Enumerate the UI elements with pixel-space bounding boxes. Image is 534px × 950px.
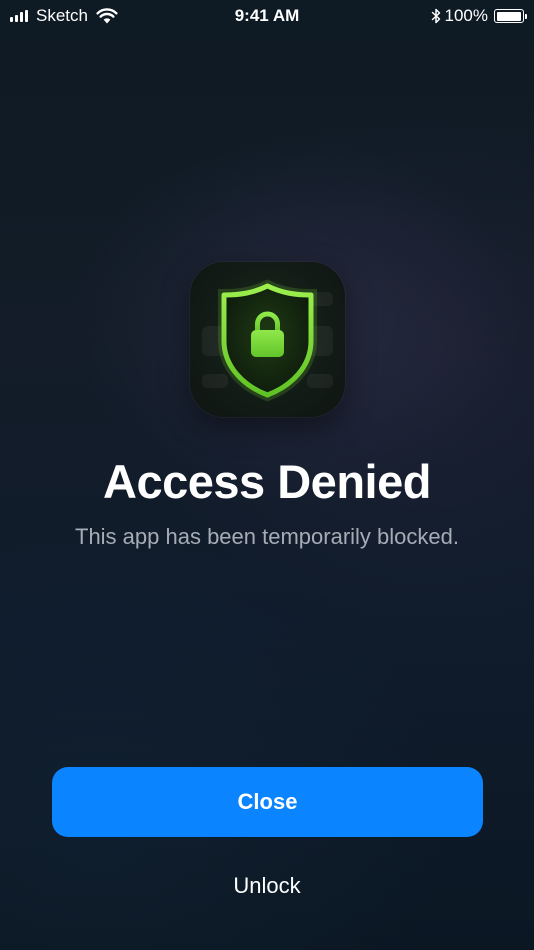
status-bar-right: 100% [431,5,527,27]
page-title: Access Denied [103,455,431,508]
status-bar: Sketch 9:41 AM 100% [0,0,534,32]
app-icon [190,262,345,417]
battery-fill [496,11,521,21]
bluetooth-icon [431,8,440,24]
close-button[interactable]: Close [52,767,483,837]
battery-icon [494,9,527,23]
page-subtitle: This app has been temporarily blocked. [75,524,459,549]
battery-percentage: 100% [444,6,488,25]
blocked-app-screen: Sketch 9:41 AM 100% Access Denied This a… [0,0,534,950]
battery-cap [525,14,527,19]
shield-lock-icon [202,279,333,402]
unlock-button[interactable]: Unlock [150,866,384,906]
